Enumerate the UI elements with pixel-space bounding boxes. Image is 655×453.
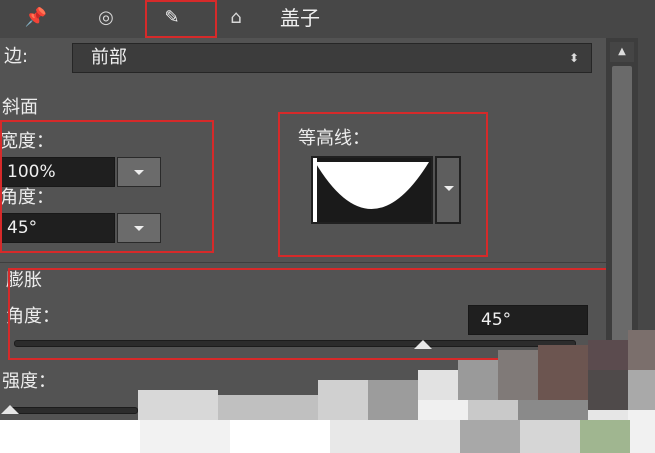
contour-dropdown[interactable] [435,156,461,224]
contour-label: 等高线： [298,128,370,149]
select-arrows-icon: ⬍ [568,51,579,65]
dilate-slider-thumb[interactable] [413,340,432,349]
scroll-up-icon[interactable]: ▲ [610,42,634,62]
bevel-width-dropdown[interactable] [117,157,161,187]
bevel-width-label: 宽度： [0,131,54,152]
bevel-angle-dropdown[interactable] [117,213,161,243]
bevel-width-input[interactable]: 100% [0,157,115,187]
strength-slider-track[interactable] [6,407,138,414]
pin-icon[interactable]: 📌 [22,6,50,30]
strength-slider-thumb[interactable] [0,405,19,414]
bevel-section-title: 斜面 [2,97,38,118]
brush-icon[interactable]: ✎ [158,6,186,30]
contour-preview[interactable] [311,156,433,224]
eye-icon[interactable]: ◎ [92,6,120,30]
scrollbar[interactable]: ▲ [606,38,638,453]
toolbar-title: 盖子 [280,6,320,30]
cube-icon[interactable]: ⌂ [222,6,250,30]
section-divider [0,262,606,263]
side-select[interactable]: 前部 ⬍ [72,43,592,73]
contour-curve-graphic [313,158,431,222]
dilate-angle-input[interactable]: 45° [468,305,588,335]
scroll-thumb[interactable] [612,66,632,366]
strength-label: 强度： [2,371,56,392]
dilate-angle-label: 角度： [6,306,60,327]
side-label: 边: [4,46,29,67]
bevel-angle-input[interactable]: 45° [0,213,115,243]
bevel-angle-label: 角度： [0,187,54,208]
panel-edge [638,38,655,453]
properties-panel [0,38,606,453]
dilate-slider-track[interactable] [14,340,576,347]
dilate-section-title: 膨胀 [6,270,42,291]
toolbar: 📌 ◎ ✎ ⌂ 盖子 [0,0,655,39]
side-select-value: 前部 [91,47,127,68]
